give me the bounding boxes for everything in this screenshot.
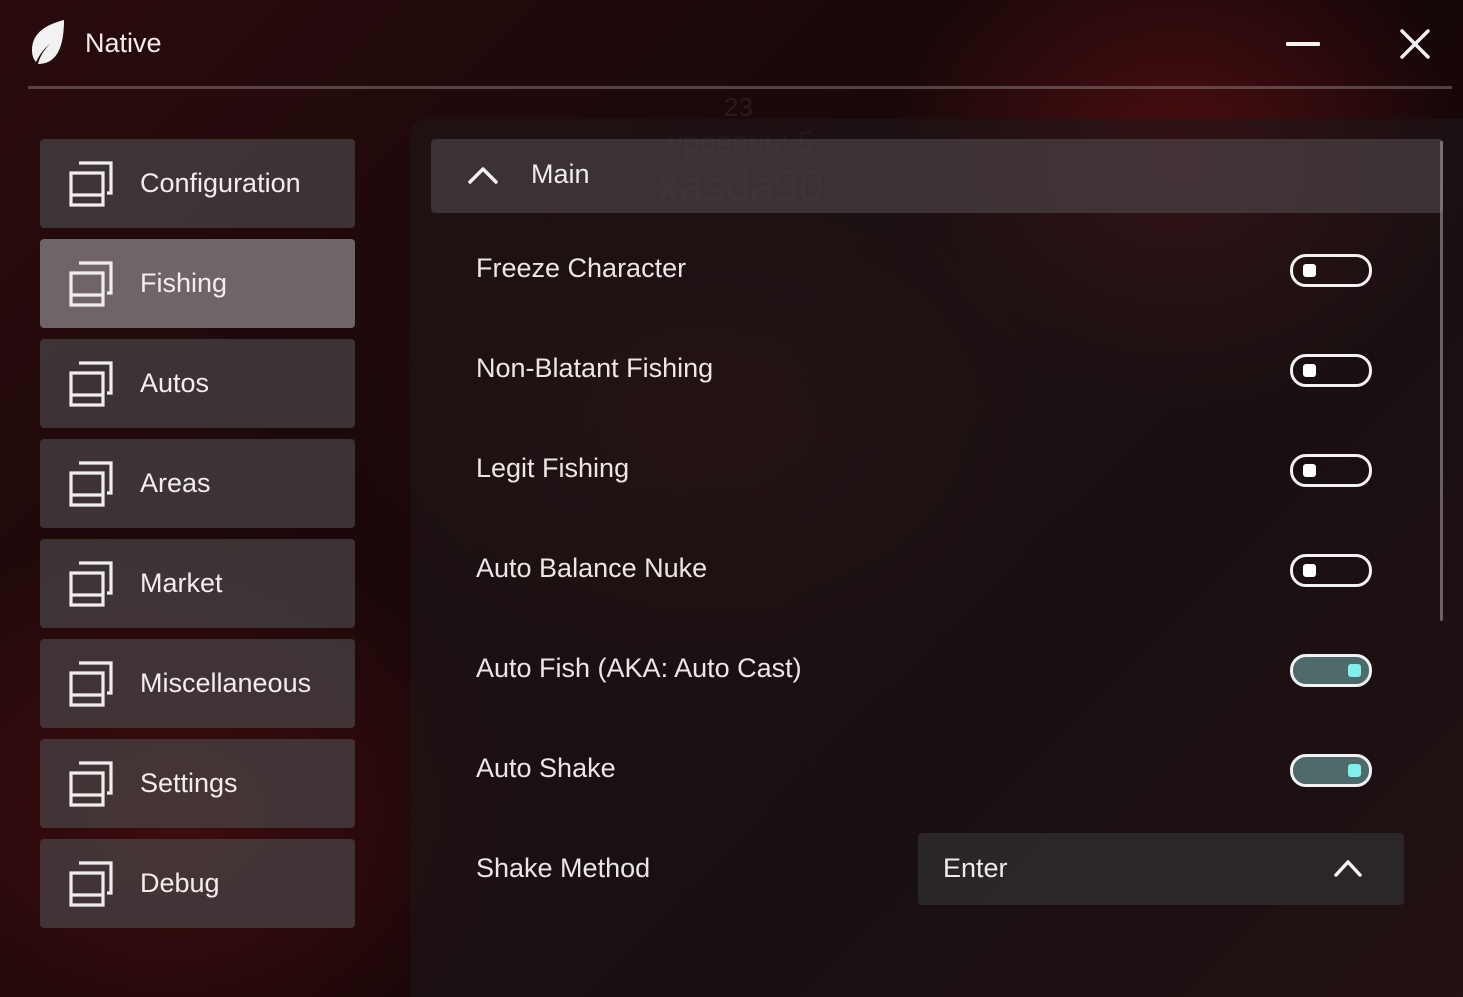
sidebar-item-label: Debug — [140, 868, 220, 898]
auto-balance-nuke-toggle[interactable] — [1290, 554, 1372, 587]
sidebar-item-label: Miscellaneous — [140, 668, 312, 698]
sidebar-item-market[interactable]: Market — [40, 539, 355, 628]
sidebar-item-label: Areas — [140, 468, 211, 498]
freeze-character-toggle[interactable] — [1290, 254, 1372, 287]
minimize-icon — [1286, 42, 1320, 46]
toggle-row-auto-balance-nuke: Auto Balance Nuke — [431, 519, 1443, 619]
sidebar-item-debug[interactable]: Debug — [40, 839, 355, 928]
toggle-knob — [1348, 664, 1361, 677]
section-title: Main — [531, 159, 590, 189]
sidebar: Configuration Fishing Autos Areas Market — [40, 139, 355, 939]
toggle-knob — [1303, 564, 1316, 577]
close-icon — [1400, 29, 1430, 59]
sidebar-item-label: Configuration — [140, 168, 301, 198]
window-stack-icon — [69, 161, 113, 207]
toggle-knob — [1303, 264, 1316, 277]
dropdown-selected-value: Enter — [943, 853, 1008, 883]
toggle-label: Legit Fishing — [476, 453, 630, 483]
toggle-row-auto-fish: Auto Fish (AKA: Auto Cast) — [431, 619, 1443, 719]
window-stack-icon — [69, 361, 113, 407]
minimize-button[interactable] — [1281, 22, 1325, 66]
auto-fish-toggle[interactable] — [1290, 654, 1372, 687]
toggle-row-auto-shake: Auto Shake — [431, 719, 1443, 819]
sidebar-item-label: Market — [140, 568, 223, 598]
toggle-row-legit-fishing: Legit Fishing — [431, 419, 1443, 519]
toggle-label: Auto Fish (AKA: Auto Cast) — [476, 653, 802, 683]
app-title: Native — [85, 28, 162, 58]
toggle-label: Non-Blatant Fishing — [476, 353, 714, 383]
sidebar-item-label: Settings — [140, 768, 238, 798]
toggle-label: Auto Balance Nuke — [476, 553, 708, 583]
shake-method-dropdown[interactable]: Enter — [918, 833, 1404, 905]
leaf-logo-icon — [32, 20, 64, 64]
toggle-label: Auto Shake — [476, 753, 616, 783]
auto-shake-toggle[interactable] — [1290, 754, 1372, 787]
sidebar-item-autos[interactable]: Autos — [40, 339, 355, 428]
window-stack-icon — [69, 861, 113, 907]
window-stack-icon — [69, 461, 113, 507]
non-blatant-fishing-toggle[interactable] — [1290, 354, 1372, 387]
window-stack-icon — [69, 761, 113, 807]
toggle-row-freeze-character: Freeze Character — [431, 219, 1443, 319]
sidebar-item-settings[interactable]: Settings — [40, 739, 355, 828]
legit-fishing-toggle[interactable] — [1290, 454, 1372, 487]
title-divider — [28, 86, 1452, 89]
sidebar-item-configuration[interactable]: Configuration — [40, 139, 355, 228]
section-header-main[interactable]: Main — [431, 139, 1443, 213]
sidebar-item-label: Autos — [140, 368, 210, 398]
sidebar-item-areas[interactable]: Areas — [40, 439, 355, 528]
title-bar: Native — [0, 0, 1463, 88]
toggle-knob — [1303, 364, 1316, 377]
sidebar-item-miscellaneous[interactable]: Miscellaneous — [40, 639, 355, 728]
window-stack-icon — [69, 261, 113, 307]
close-button[interactable] — [1393, 22, 1437, 66]
toggle-row-non-blatant-fishing: Non-Blatant Fishing — [431, 319, 1443, 419]
sidebar-item-fishing[interactable]: Fishing — [40, 239, 355, 328]
window-stack-icon — [69, 661, 113, 707]
toggle-knob — [1348, 764, 1361, 777]
chevron-up-icon — [468, 167, 498, 184]
window-stack-icon — [69, 561, 113, 607]
toggle-knob — [1303, 464, 1316, 477]
chevron-up-icon — [1334, 860, 1362, 877]
sidebar-item-label: Fishing — [140, 268, 228, 298]
toggle-label: Freeze Character — [476, 253, 687, 283]
shake-method-label: Shake Method — [476, 853, 651, 883]
